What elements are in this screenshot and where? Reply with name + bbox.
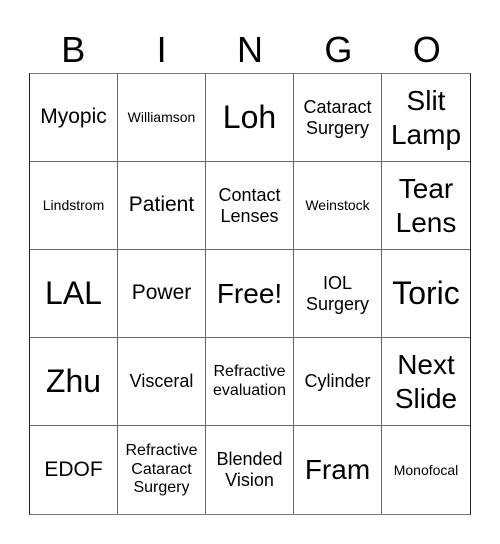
bingo-grid: Myopic Williamson Loh Cataract Surgery S… (29, 73, 471, 515)
bingo-cell[interactable]: Myopic (30, 74, 118, 162)
bingo-cell[interactable]: Contact Lenses (206, 162, 294, 250)
bingo-cell[interactable]: Monofocal (382, 426, 470, 514)
bingo-cell[interactable]: Lindstrom (30, 162, 118, 250)
header-letter-i: I (156, 29, 167, 70)
bingo-cell[interactable]: Weinstock (294, 162, 382, 250)
bingo-cell[interactable]: Loh (206, 74, 294, 162)
bingo-cell[interactable]: Visceral (118, 338, 206, 426)
header-letter-b: B (61, 29, 86, 70)
header-letter-o: O (412, 29, 441, 70)
bingo-cell[interactable]: Patient (118, 162, 206, 250)
bingo-cell[interactable]: Blended Vision (206, 426, 294, 514)
bingo-header: B I N G O (29, 28, 471, 72)
bingo-cell[interactable]: IOL Surgery (294, 250, 382, 338)
bingo-cell[interactable]: Refractive evaluation (206, 338, 294, 426)
bingo-cell[interactable]: Williamson (118, 74, 206, 162)
bingo-cell[interactable]: Zhu (30, 338, 118, 426)
bingo-cell[interactable]: Toric (382, 250, 470, 338)
header-letter-n: N (236, 29, 263, 70)
bingo-cell[interactable]: Cataract Surgery (294, 74, 382, 162)
bingo-cell[interactable]: LAL (30, 250, 118, 338)
bingo-cell[interactable]: Power (118, 250, 206, 338)
bingo-cell[interactable]: Next Slide (382, 338, 470, 426)
bingo-cell[interactable]: EDOF (30, 426, 118, 514)
bingo-cell[interactable]: Tear Lens (382, 162, 470, 250)
bingo-cell[interactable]: Refractive Cataract Surgery (118, 426, 206, 514)
bingo-cell[interactable]: Fram (294, 426, 382, 514)
bingo-cell[interactable]: Slit Lamp (382, 74, 470, 162)
header-letter-g: G (324, 29, 353, 70)
free-space-cell[interactable]: Free! (206, 250, 294, 338)
bingo-cell[interactable]: Cylinder (294, 338, 382, 426)
